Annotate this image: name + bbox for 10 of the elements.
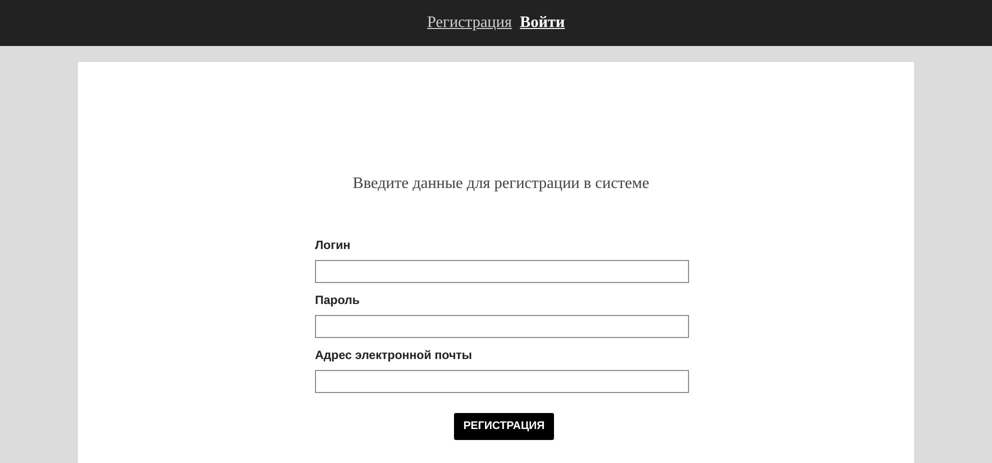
- nav-link[interactable]: Войти: [520, 11, 565, 35]
- nav-link[interactable]: Регистрация: [427, 11, 512, 35]
- field-label: Логин: [315, 237, 352, 254]
- input-field[interactable]: [315, 260, 689, 283]
- field-label: Адрес электронной почты: [315, 347, 474, 364]
- input-field[interactable]: [315, 370, 689, 393]
- input-field[interactable]: [315, 315, 689, 338]
- field-label: Пароль: [315, 292, 361, 309]
- register-button[interactable]: РЕГИСТРАЦИЯ: [454, 413, 554, 440]
- form-heading: Введите данные для регистрации в системе: [352, 174, 650, 194]
